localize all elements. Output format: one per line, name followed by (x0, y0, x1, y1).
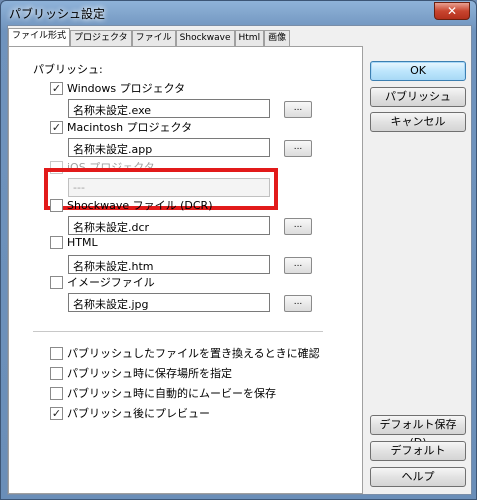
save-default-button[interactable]: デフォルト保存(D) (370, 415, 466, 449)
windows-projector-browse-button[interactable]: ... (284, 101, 312, 118)
specify-location-checkbox[interactable] (50, 366, 63, 380)
mac-projector-checkbox[interactable]: ✓ (50, 120, 63, 134)
image-file-label: イメージファイル (67, 276, 155, 289)
windows-projector-option[interactable]: ✓ Windows プロジェクタ (50, 80, 185, 96)
specify-location-option[interactable]: パブリッシュ時に保存場所を指定 (50, 365, 232, 381)
mac-projector-browse-button[interactable]: ... (284, 140, 312, 157)
dialog-client: ファイル形式 プロジェクタ ファイル Shockwave Html 画像 パブリ… (7, 25, 472, 495)
shockwave-option[interactable]: Shockwave ファイル (DCR) (50, 197, 213, 213)
image-file-checkbox[interactable] (50, 275, 63, 289)
windows-projector-filename-field[interactable]: 名称未設定.exe (68, 99, 270, 118)
publish-group-label: パブリッシュ: (33, 63, 103, 76)
auto-save-movie-checkbox[interactable] (50, 386, 63, 400)
auto-save-movie-label: パブリッシュ時に自動的にムービーを保存 (67, 387, 276, 400)
cancel-button[interactable]: キャンセル (370, 112, 466, 132)
shockwave-browse-button[interactable]: ... (284, 218, 312, 235)
confirm-overwrite-option[interactable]: パブリッシュしたファイルを置き換えるときに確認 (50, 345, 320, 361)
publish-settings-window: パブリッシュ設定 ✕ ファイル形式 プロジェクタ ファイル Shockwave … (0, 0, 477, 500)
preview-after-publish-label: パブリッシュ後にプレビュー (67, 407, 210, 420)
mac-projector-label: Macintosh プロジェクタ (67, 121, 193, 134)
auto-save-movie-option[interactable]: パブリッシュ時に自動的にムービーを保存 (50, 385, 276, 401)
publish-button[interactable]: パブリッシュ (370, 87, 466, 107)
mac-projector-option[interactable]: ✓ Macintosh プロジェクタ (50, 119, 192, 135)
file-format-panel: パブリッシュ: ✓ Windows プロジェクタ 名称未設定.exe ... ✓… (8, 46, 363, 494)
preview-after-publish-checkbox[interactable]: ✓ (50, 406, 63, 420)
mac-projector-filename-field[interactable]: 名称未設定.app (68, 138, 270, 157)
close-icon[interactable]: ✕ (434, 2, 470, 20)
shockwave-checkbox[interactable] (50, 198, 63, 212)
help-button[interactable]: ヘルプ (370, 467, 466, 487)
image-file-option[interactable]: イメージファイル (50, 274, 155, 290)
confirm-overwrite-checkbox[interactable] (50, 346, 63, 360)
separator (33, 331, 323, 333)
tab-projector[interactable]: プロジェクタ (70, 30, 132, 46)
tab-files[interactable]: ファイル (131, 30, 176, 46)
tab-shockwave[interactable]: Shockwave (175, 30, 235, 46)
confirm-overwrite-label: パブリッシュしたファイルを置き換えるときに確認 (67, 347, 320, 360)
image-file-filename-field[interactable]: 名称未設定.jpg (68, 293, 270, 312)
html-filename-field[interactable]: 名称未設定.htm (68, 255, 270, 274)
preview-after-publish-option[interactable]: ✓ パブリッシュ後にプレビュー (50, 405, 210, 421)
windows-projector-checkbox[interactable]: ✓ (50, 81, 63, 95)
specify-location-label: パブリッシュ時に保存場所を指定 (67, 367, 232, 380)
html-label: HTML (67, 236, 98, 249)
shockwave-filename-field[interactable]: 名称未設定.dcr (68, 216, 270, 235)
title-bar[interactable]: パブリッシュ設定 ✕ (1, 1, 476, 25)
tab-bar: ファイル形式 プロジェクタ ファイル Shockwave Html 画像 (8, 28, 291, 46)
html-option[interactable]: HTML (50, 236, 98, 249)
tab-html[interactable]: Html (234, 30, 265, 46)
tab-image[interactable]: 画像 (264, 30, 291, 46)
ok-button[interactable]: OK (370, 61, 466, 81)
image-file-browse-button[interactable]: ... (284, 295, 312, 312)
tab-file-format[interactable]: ファイル形式 (8, 28, 71, 46)
windows-projector-label: Windows プロジェクタ (67, 82, 186, 95)
html-browse-button[interactable]: ... (284, 257, 312, 274)
default-button[interactable]: デフォルト (370, 441, 466, 461)
html-checkbox[interactable] (50, 236, 63, 249)
shockwave-label: Shockwave ファイル (DCR) (67, 199, 213, 212)
window-title: パブリッシュ設定 (9, 7, 106, 21)
